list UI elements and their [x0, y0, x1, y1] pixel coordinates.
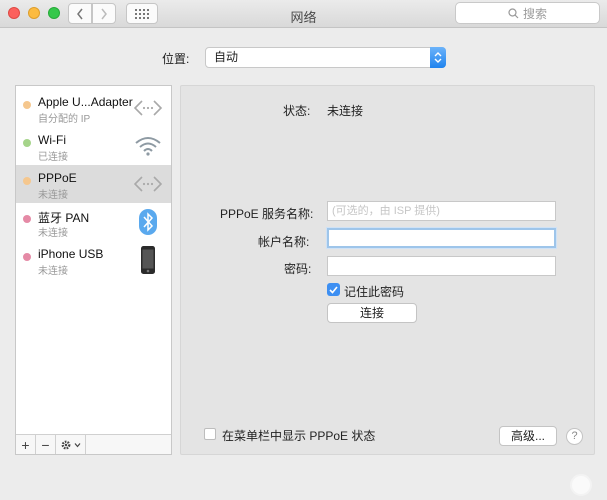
help-button[interactable]: ? [566, 428, 583, 445]
wifi-icon [133, 132, 163, 160]
status-dot [23, 177, 31, 185]
remove-service-button[interactable]: − [36, 435, 56, 454]
service-name-label: PPPoE 服务名称: [220, 207, 314, 221]
gear-icon [61, 440, 80, 449]
service-item-wifi[interactable]: Wi-Fi 已连接 [16, 127, 171, 165]
service-name: PPPoE [38, 171, 77, 185]
iphone-icon [133, 246, 163, 274]
service-name: Apple U...Adapter [38, 95, 133, 109]
ethernet-icon [133, 94, 163, 122]
status-dot [23, 253, 31, 261]
location-label: 位置: [162, 52, 190, 66]
advanced-button[interactable]: 高级... [499, 426, 557, 446]
service-status: 已连接 [38, 152, 68, 163]
password-label: 密码: [284, 262, 312, 276]
action-menu-button[interactable] [56, 435, 86, 454]
service-name: iPhone USB [38, 247, 104, 261]
location-select[interactable]: 自动 [205, 47, 446, 68]
service-name: Wi-Fi [38, 133, 66, 147]
service-item-pppoe[interactable]: PPPoE 未连接 [16, 165, 171, 203]
service-status: 自分配的 IP [38, 114, 91, 125]
checkmark-icon [329, 285, 338, 294]
corner-spinner [570, 474, 592, 496]
search-placeholder: 搜索 [522, 6, 547, 21]
service-list-toolbar: + − [16, 434, 171, 454]
service-status: 未连接 [38, 190, 68, 201]
search-icon [508, 7, 519, 18]
bluetooth-icon [133, 208, 163, 236]
status-value: 未连接 [327, 104, 364, 118]
password-field[interactable] [327, 256, 556, 276]
window-titlebar: 网络 搜索 [0, 0, 607, 28]
status-dot [23, 101, 31, 109]
ethernet-icon [133, 170, 163, 198]
service-list: Apple U...Adapter 自分配的 IP Wi-Fi 已连接 PPPo… [15, 85, 172, 455]
remember-password-checkbox[interactable] [327, 283, 340, 296]
account-name-label: 帐户名称: [258, 235, 310, 249]
connect-button[interactable]: 连接 [327, 303, 417, 323]
show-in-menubar-checkbox[interactable] [204, 428, 216, 440]
location-value: 自动 [214, 50, 239, 64]
service-item-bluetooth-pan[interactable]: 蓝牙 PAN 未连接 [16, 203, 171, 241]
add-service-button[interactable]: + [16, 435, 36, 454]
show-in-menubar-label: 在菜单栏中显示 PPPoE 状态 [222, 429, 376, 443]
service-status: 未连接 [38, 266, 68, 277]
status-dot [23, 139, 31, 147]
search-field[interactable]: 搜索 [455, 2, 600, 24]
service-name-field[interactable] [327, 201, 556, 221]
service-item-iphone-usb[interactable]: iPhone USB 未连接 [16, 241, 171, 279]
account-name-field[interactable] [327, 228, 556, 248]
status-dot [23, 215, 31, 223]
up-down-chevron-icon [434, 52, 442, 63]
popup-stepper [430, 47, 446, 68]
service-item-apple-usb-adapter[interactable]: Apple U...Adapter 自分配的 IP [16, 89, 171, 127]
remember-password-label: 记住此密码 [344, 285, 405, 299]
status-label: 状态: [283, 104, 311, 118]
service-status: 未连接 [38, 228, 68, 239]
